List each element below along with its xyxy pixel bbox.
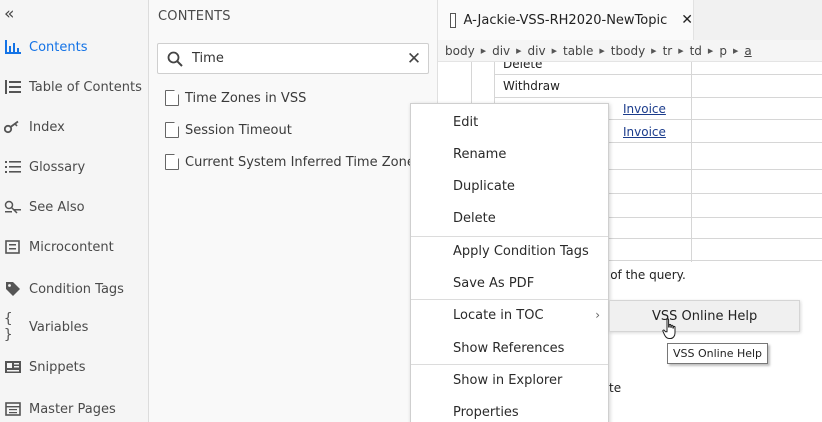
sidebar-item-snippets[interactable]: Snippets: [0, 355, 148, 379]
search-icon: [158, 51, 192, 67]
search-result-label: Time Zones in VSS: [185, 90, 307, 106]
tab-label: A-Jackie-VSS-RH2020-NewTopic: [463, 12, 668, 28]
menu-item-label: Locate in TOC: [453, 307, 544, 323]
invoice-link[interactable]: Invoice: [623, 102, 666, 116]
breadcrumb-item[interactable]: tbody: [611, 44, 645, 58]
breadcrumb-item[interactable]: td: [690, 44, 702, 58]
sidebar-item-label: Index: [29, 119, 65, 135]
left-navigation: « Contents Table of Contents Index Gloss…: [0, 0, 149, 422]
search-result-item[interactable]: Time Zones in VSS: [165, 87, 306, 109]
menu-item-show-in-explorer[interactable]: Show in Explorer: [411, 366, 608, 394]
sidebar-item-index[interactable]: Index: [0, 115, 148, 139]
sidebar-item-glossary[interactable]: Glossary: [0, 155, 148, 179]
topic-file-icon: [165, 154, 179, 170]
contents-panel: CONTENTS Time ✕ Time Zones in VSS Sessio…: [149, 0, 438, 422]
sidebar-item-label: Condition Tags: [29, 281, 124, 297]
menu-item-delete[interactable]: Delete: [411, 204, 608, 232]
breadcrumb-separator-icon: ▶: [678, 46, 684, 55]
hand-cursor-icon: [662, 318, 676, 339]
breadcrumb-separator-icon: ▶: [516, 46, 522, 55]
sidebar-item-label: Microcontent: [29, 239, 114, 255]
sidebar-item-contents[interactable]: Contents: [0, 35, 148, 59]
menu-item-rename[interactable]: Rename: [411, 140, 608, 168]
sidebar-item-master-pages[interactable]: Master Pages: [0, 397, 148, 421]
breadcrumb-separator-icon: ▶: [480, 46, 487, 55]
tag-icon: [4, 281, 22, 297]
menu-separator: [411, 299, 608, 300]
breadcrumb: body ▶ div ▶ div ▶ table ▶ tbody ▶ tr ▶ td ▶ p ▶…: [438, 40, 822, 62]
context-menu: Edit Rename Duplicate Delete Apply Condi…: [410, 103, 609, 422]
contents-icon: [4, 39, 22, 55]
tab-bar: A-Jackie-VSS-RH2020-NewTopic ✕: [438, 0, 822, 40]
tab-topic[interactable]: A-Jackie-VSS-RH2020-NewTopic ✕: [438, 0, 694, 40]
topic-file-icon: [165, 122, 179, 138]
sidebar-item-variables[interactable]: { } Variables: [0, 311, 148, 343]
invoice-link[interactable]: Invoice: [623, 125, 666, 139]
menu-separator: [411, 364, 608, 365]
key-icon: [4, 119, 22, 135]
topic-file-icon: [165, 90, 179, 106]
menu-item-edit[interactable]: Edit: [411, 108, 608, 136]
breadcrumb-separator-icon: ▶: [732, 46, 739, 55]
breadcrumb-separator-icon: ▶: [651, 46, 657, 55]
chevron-right-icon: ›: [595, 308, 600, 322]
table-cell-text: Delete: [503, 62, 543, 71]
sidebar-item-see-also[interactable]: See Also: [0, 195, 148, 219]
breadcrumb-item[interactable]: div: [492, 44, 510, 58]
search-input[interactable]: Time: [192, 51, 400, 66]
breadcrumb-item[interactable]: tr: [663, 44, 673, 58]
sidebar-item-microcontent[interactable]: Microcontent: [0, 235, 148, 259]
breadcrumb-item[interactable]: a: [744, 44, 751, 58]
menu-item-duplicate[interactable]: Duplicate: [411, 172, 608, 200]
breadcrumb-item[interactable]: p: [719, 44, 727, 58]
menu-item-locate-in-toc[interactable]: Locate in TOC ›: [411, 301, 608, 329]
close-tab-icon[interactable]: ✕: [681, 12, 693, 28]
snippet-icon: [4, 359, 22, 375]
tooltip: VSS Online Help: [667, 343, 769, 364]
table-border: [691, 62, 692, 262]
sidebar-item-label: See Also: [29, 199, 85, 215]
table-border: [494, 97, 822, 98]
master-pages-icon: [4, 401, 22, 417]
breadcrumb-item[interactable]: table: [563, 44, 593, 58]
menu-item-apply-condition-tags[interactable]: Apply Condition Tags: [411, 237, 608, 265]
breadcrumb-separator-icon: ▶: [707, 46, 714, 55]
sidebar-item-label: Variables: [29, 319, 89, 335]
submenu-item-vss-online-help[interactable]: VSS Online Help: [609, 300, 800, 332]
breadcrumb-separator-icon: ▶: [599, 46, 605, 55]
body-text: te: [609, 381, 622, 395]
microcontent-icon: [4, 239, 22, 255]
see-also-icon: [4, 199, 22, 215]
toc-icon: [4, 79, 22, 95]
sidebar-item-label: Contents: [29, 39, 88, 55]
menu-item-properties[interactable]: Properties: [411, 398, 608, 422]
glossary-icon: [4, 159, 22, 175]
menu-item-save-as-pdf[interactable]: Save As PDF: [411, 269, 608, 297]
body-text: e of the query.: [599, 268, 686, 282]
clear-search-icon[interactable]: ✕: [400, 49, 428, 69]
braces-icon: { }: [4, 311, 13, 343]
sidebar-item-label: Glossary: [29, 159, 86, 175]
collapse-panel-icon[interactable]: «: [4, 4, 14, 24]
sidebar-item-label: Master Pages: [29, 401, 116, 417]
breadcrumb-item[interactable]: body: [445, 44, 475, 58]
breadcrumb-separator-icon: ▶: [551, 46, 557, 55]
sidebar-item-table-of-contents[interactable]: Table of Contents: [0, 75, 148, 99]
sidebar-item-label: Snippets: [29, 359, 86, 375]
search-result-label: Current System Inferred Time Zone: [185, 154, 415, 170]
sidebar-item-condition-tags[interactable]: Condition Tags: [0, 277, 148, 301]
search-box[interactable]: Time ✕: [157, 43, 429, 74]
search-result-item[interactable]: Current System Inferred Time Zone: [165, 151, 415, 173]
panel-title: CONTENTS: [158, 9, 231, 24]
search-result-item[interactable]: Session Timeout: [165, 119, 292, 141]
table-border: [494, 74, 822, 75]
table-cell-text: Withdraw: [503, 79, 560, 93]
topic-file-icon: [450, 12, 456, 28]
breadcrumb-item[interactable]: div: [528, 44, 546, 58]
menu-item-show-references[interactable]: Show References: [411, 334, 608, 362]
search-result-label: Session Timeout: [185, 122, 292, 138]
sidebar-item-label: Table of Contents: [29, 79, 142, 95]
